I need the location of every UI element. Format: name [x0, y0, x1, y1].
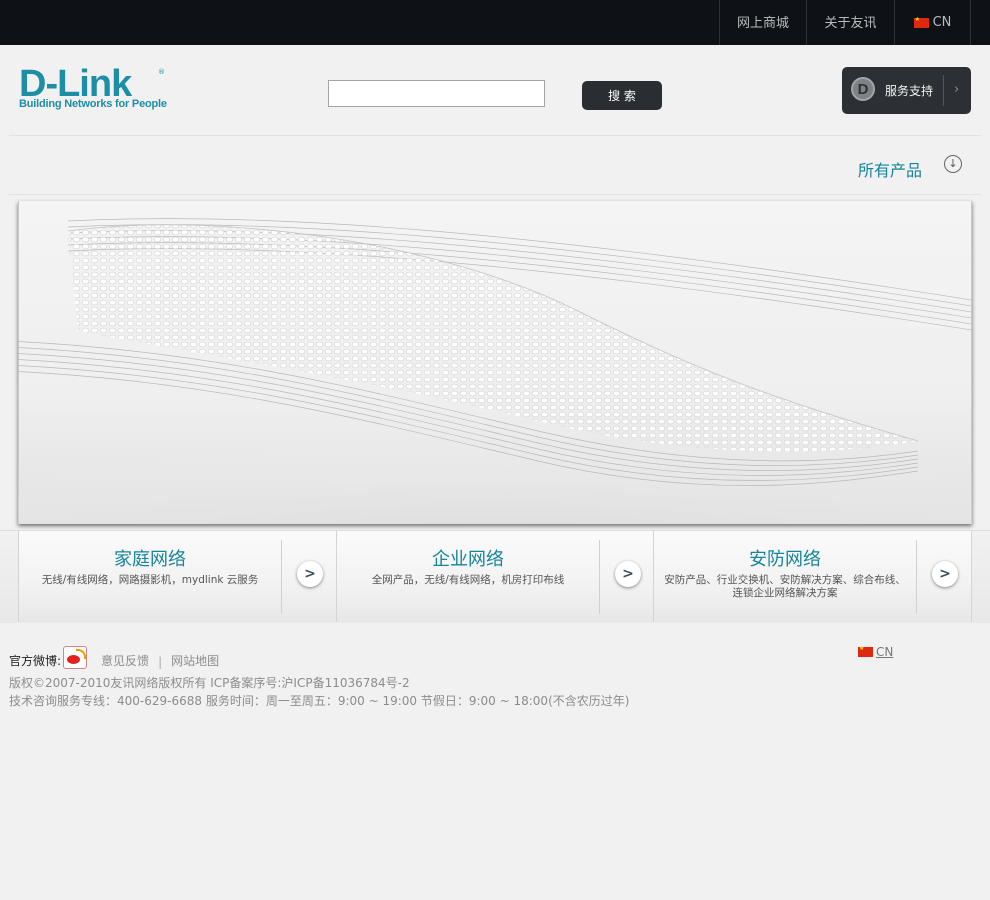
category-description: 无线/有线网络，网路摄影机，mydlink 云服务 [41, 574, 259, 586]
copyright-text: 版权©2007-2010友讯网络版权所有 ICP备案序号:沪ICP备110367… [9, 676, 410, 690]
category-card-security[interactable]: 安防网络 安防产品、行业交换机、安防解决方案、综合布线、连锁企业网络解决方案 > [653, 531, 972, 622]
divider [281, 540, 282, 614]
divider: | [158, 655, 163, 669]
china-flag-icon [858, 644, 873, 657]
category-card-enterprise[interactable]: 企业网络 全网产品，无线/有线网络，机房打印布线 > [336, 531, 654, 622]
category-description: 全网产品，无线/有线网络，机房打印布线 [371, 574, 565, 586]
divider [916, 540, 917, 614]
divider [599, 540, 600, 614]
search-button[interactable]: 搜 索 [582, 81, 662, 110]
weibo-label: 官方微博: [9, 654, 62, 668]
language-label: CN [932, 14, 952, 30]
footer-language-label: CN [876, 645, 894, 659]
all-products-link[interactable]: 所有产品 [858, 157, 922, 181]
top-nav-language[interactable]: CN [894, 0, 971, 45]
category-description: 安防产品、行业交换机、安防解决方案、综合布线、连锁企业网络解决方案 [664, 574, 906, 599]
top-bar: 网上商城 关于友讯 CN [0, 0, 990, 45]
category-title[interactable]: 家庭网络 [19, 545, 281, 571]
category-title[interactable]: 安防网络 [654, 545, 916, 571]
top-nav-about[interactable]: 关于友讯 [806, 0, 894, 45]
logo-tagline: Building Networks for People [19, 98, 167, 110]
dlink-logo[interactable]: D-Link ® Building Networks for People [19, 64, 169, 114]
hotline-text: 技术咨询服务专线：400-629-6688 服务时间：周一至周五：9:00 ~ … [9, 694, 630, 708]
wave-graphic [18, 218, 972, 524]
category-title[interactable]: 企业网络 [337, 545, 599, 571]
service-support-button[interactable]: D 服务支持 › [842, 67, 971, 114]
weibo-icon[interactable] [63, 646, 88, 669]
feedback-link[interactable]: 意见反馈 [101, 652, 149, 669]
divider [9, 135, 981, 136]
hero-banner[interactable] [18, 201, 972, 524]
chevron-down-circle-icon[interactable]: ↓ [944, 155, 962, 173]
footer-links: 官方微博: 意见反馈 | 网站地图 [9, 643, 219, 669]
search-input[interactable] [328, 80, 545, 107]
category-card-home[interactable]: 家庭网络 无线/有线网络，网路摄影机，mydlink 云服务 > [18, 531, 336, 622]
arrow-right-icon[interactable]: > [932, 561, 958, 587]
footer-language-link[interactable]: CN [858, 644, 894, 659]
arrow-right-icon[interactable]: > [297, 561, 323, 587]
registered-mark-icon: ® [158, 68, 165, 76]
sitemap-link[interactable]: 网站地图 [171, 652, 219, 669]
divider [943, 75, 944, 106]
dlink-d-icon: D [851, 77, 875, 101]
arrow-right-icon[interactable]: > [615, 561, 641, 587]
top-nav-online-shop[interactable]: 网上商城 [719, 0, 806, 45]
divider [9, 194, 981, 195]
top-nav: 网上商城 关于友讯 CN [719, 0, 971, 45]
service-support-label: 服务支持 [885, 84, 934, 98]
china-flag-icon [913, 15, 929, 28]
chevron-right-icon: › [954, 82, 960, 97]
